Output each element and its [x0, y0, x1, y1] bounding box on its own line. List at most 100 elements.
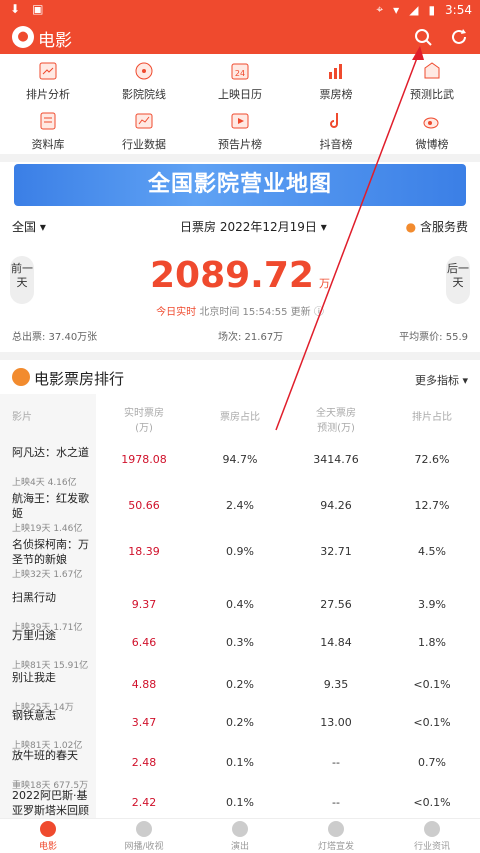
weibo-icon [423, 117, 439, 129]
realtime-boxoffice: 4.88 [131, 678, 157, 691]
movie-meta: 上映19天 1.46亿 [12, 524, 83, 534]
ranking-header: 电影票房排行 更多指标 ▾ [0, 362, 480, 392]
table-row[interactable]: 阿凡达：水之道 上映4天 4.16亿 1978.08 94.7% 3414.76 72.6… [0, 442, 480, 488]
movie-name: 阿凡达：水之道 [12, 446, 89, 459]
nav-movie[interactable]: 电影 [0, 821, 96, 852]
check-icon: ● [405, 220, 417, 234]
refresh-icon[interactable] [448, 26, 470, 48]
boxoffice-share: 0.3% [226, 636, 254, 649]
realtime-boxoffice: 3.47 [131, 716, 157, 729]
shows-count: 场次: 21.67万 [218, 332, 284, 343]
realtime-boxoffice: 1978.08 [121, 453, 167, 466]
screen-share: <0.1% [413, 716, 451, 729]
boxoffice-share: 0.2% [226, 678, 254, 691]
boxoffice-share: 0.9% [226, 545, 254, 558]
forecast-boxoffice: 94.26 [320, 499, 352, 512]
header-share[interactable]: 票房占比 [200, 408, 280, 423]
feature-grid: 排片分析 影院院线 24 上映日历 票房榜 预测比武 资料库 行业数据 预告片榜… [0, 54, 480, 154]
avg-price: 平均票价: 55.9 [399, 332, 468, 343]
realtime-boxoffice: 2.48 [131, 756, 157, 769]
grid-item-release-calendar[interactable]: 24 上映日历 [192, 60, 288, 102]
trailer-icon [231, 113, 249, 129]
screen-share: 72.6% [414, 453, 450, 466]
table-row[interactable]: 航海王：红发歌姬上映19天 1.46亿 50.66 2.4% 94.26 12.7% [0, 488, 480, 534]
screen-share: 1.8% [418, 636, 446, 649]
grid-item-trailer-rank[interactable]: 预告片榜 [192, 110, 288, 152]
boxoffice-share: 94.7% [222, 453, 258, 466]
data-icon [135, 113, 153, 129]
library-icon [40, 112, 56, 130]
table-header: 影片 实时票房 (万) 票房占比 全天票房 预测(万) 排片占比 [0, 404, 480, 434]
svg-text:24: 24 [235, 69, 245, 78]
date-select[interactable]: 日票房 2022年12月19日 ▾ [180, 218, 327, 235]
region-select[interactable]: 全国 ▾ [12, 218, 46, 235]
table-row[interactable]: 万里归途 上映81天 15.91亿 6.46 0.3% 14.84 1.8% [0, 625, 480, 671]
realtime-boxoffice: 6.46 [131, 636, 157, 649]
service-fee-toggle[interactable]: ● 含服务费 [406, 218, 468, 235]
movie-meta: 上映4天 4.16亿 [12, 478, 77, 488]
movie-nav-icon [40, 821, 56, 837]
predict-icon [424, 62, 440, 79]
divider [0, 154, 480, 162]
header-realtime[interactable]: 实时票房 (万) [104, 404, 184, 434]
app-title: 电影 [38, 31, 72, 51]
calendar-icon: 24 [231, 63, 249, 80]
screen-share: <0.1% [413, 796, 451, 809]
realtime-boxoffice: 50.66 [128, 499, 160, 512]
search-icon[interactable] [412, 26, 434, 48]
boxoffice-share: 0.1% [226, 756, 254, 769]
map-banner[interactable]: 全国影院营业地图 [14, 164, 466, 206]
location-icon: ⌖ [376, 2, 384, 16]
nav-performance[interactable]: 演出 [192, 821, 288, 852]
chart-icon [329, 64, 342, 79]
realtime-boxoffice: 9.37 [131, 598, 157, 611]
grid-item-prediction[interactable]: 预测比武 [384, 60, 480, 102]
app-header: ● 电影 [0, 20, 480, 54]
more-metrics-button[interactable]: 更多指标 ▾ [415, 372, 468, 388]
signal-icon: ◢ [409, 2, 419, 17]
schedule-icon [39, 62, 57, 80]
header-forecast[interactable]: 全天票房 预测(万) [296, 404, 376, 434]
stats-row: 总出票: 37.40万张 场次: 21.67万 平均票价: 55.9 [0, 328, 480, 344]
promotion-icon [328, 821, 344, 837]
battery-icon: ▮ [428, 2, 436, 17]
performance-icon [232, 821, 248, 837]
nav-promotion[interactable]: 灯塔宣发 [288, 821, 384, 852]
forecast-boxoffice: 9.35 [323, 678, 349, 691]
grid-item-weibo-rank[interactable]: 微博榜 [384, 110, 480, 152]
ranking-icon [12, 368, 30, 386]
forecast-boxoffice: 27.56 [320, 598, 352, 611]
update-info: 今日实时 北京时间 15:54:55 更新 ⓘ [0, 303, 480, 318]
grid-item-cinema-chain[interactable]: 影院院线 [96, 60, 192, 102]
forecast-boxoffice: 14.84 [320, 636, 352, 649]
info-icon[interactable]: ⓘ [314, 307, 324, 318]
cinema-icon [135, 62, 153, 80]
table-row[interactable]: 名侦探柯南：万圣节的新娘 上映32天 1.67亿 18.39 0.9% 32.71 4.5… [0, 534, 480, 580]
boxoffice-share: 2.4% [226, 499, 254, 512]
grid-item-library[interactable]: 资料库 [0, 110, 96, 152]
film-logo-icon: ● [12, 26, 34, 48]
movie-name: 航海王：红发歌姬 [12, 492, 89, 520]
total-tickets: 总出票: 37.40万张 [12, 332, 98, 343]
screen-share: 3.9% [418, 598, 446, 611]
nav-streaming[interactable]: 网播/收视 [96, 821, 192, 852]
boxoffice-share: 0.1% [226, 796, 254, 809]
grid-item-industry-data[interactable]: 行业数据 [96, 110, 192, 152]
forecast-boxoffice: 13.00 [320, 716, 352, 729]
boxoffice-value: 2089.72 [149, 255, 314, 296]
grid-item-boxoffice-rank[interactable]: 票房榜 [288, 60, 384, 102]
update-time: 北京时间 15:54:55 更新 [199, 307, 311, 318]
nav-news[interactable]: 行业资讯 [384, 821, 480, 852]
ranking-title: 电影票房排行 [34, 370, 125, 388]
bottom-nav: 电影 网播/收视 演出 灯塔宣发 行业资讯 [0, 818, 480, 853]
forecast-boxoffice: 3414.76 [313, 453, 359, 466]
movie-name: 万里归途 [12, 629, 56, 642]
wifi-icon: ▾ [393, 2, 400, 17]
screen-share: 12.7% [414, 499, 450, 512]
status-time: 3:54 [445, 2, 472, 17]
grid-item-douyin-rank[interactable]: 抖音榜 [288, 110, 384, 152]
boxoffice-share: 0.2% [226, 716, 254, 729]
header-screen[interactable]: 排片占比 [392, 408, 472, 423]
grid-item-schedule-analysis[interactable]: 排片分析 [0, 60, 96, 102]
boxoffice-share: 0.4% [226, 598, 254, 611]
